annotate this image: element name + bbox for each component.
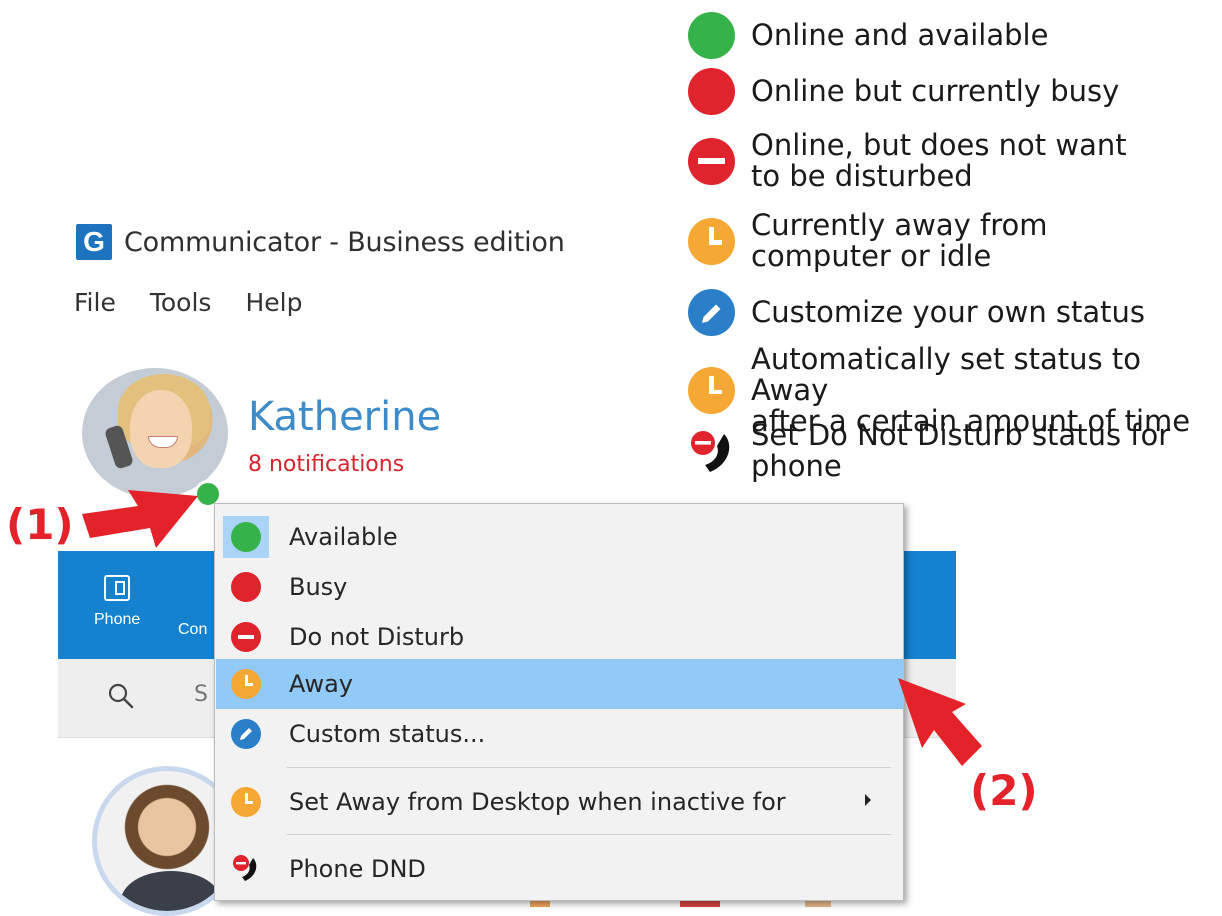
search-icon[interactable] [108,683,134,709]
legend-text: Currently away from computer or idle [751,210,1048,272]
nav-contacts-tab[interactable]: Con [178,621,207,639]
legend-item-custom-status: Customize your own status [688,289,1145,336]
menu-item-label: Custom status... [289,720,486,748]
menu-icon-slot [219,777,273,827]
contact-avatar-suit [121,871,221,911]
menu-item-label: Busy [289,573,348,601]
legend-text-line: to be disturbed [751,159,973,193]
submenu-arrow-icon [865,794,871,806]
menu-item-label: Do not Disturb [289,623,465,651]
menu-icon-slot [219,562,273,612]
clock-icon [688,217,735,265]
annotation-step-1: (1) [6,500,74,549]
legend-item-phone-dnd: Set Do Not Disturb status for phone [688,420,1170,482]
menu-item-do-not-disturb[interactable]: Do not Disturb [219,612,899,662]
window-title-bar: G Communicator - Business edition [76,224,565,260]
legend-item-do-not-disturb: Online, but does not want to be disturbe… [688,130,1127,192]
nav-phone-tab[interactable]: Phone [94,575,140,629]
menu-separator [287,767,891,768]
legend-item-busy: Online but currently busy [688,68,1119,115]
do-not-disturb-icon [688,137,735,185]
legend-text: Online, but does not want to be disturbe… [751,130,1127,192]
menu-item-phone-dnd[interactable]: Phone DND [219,844,899,894]
menu-item-label: Away [289,670,353,698]
menu-separator [287,834,891,835]
red-dot-icon [688,68,735,115]
clock-icon [688,367,735,414]
avatar-face [130,390,192,468]
notifications-link[interactable]: 8 notifications [248,452,404,477]
menu-item-busy[interactable]: Busy [219,562,899,612]
window-title: Communicator - Business edition [124,226,565,258]
avatar[interactable] [82,368,228,498]
legend-text-line: Automatically set status to Away [751,342,1141,407]
pencil-icon [231,719,261,749]
status-context-menu: Available Busy Do not Disturb Away Custo… [214,503,904,901]
green-dot-icon [231,522,261,552]
legend-item-available: Online and available [688,12,1048,59]
legend-text: Set Do Not Disturb status for phone [751,420,1170,482]
nav-contacts-label: Con [178,621,208,638]
profile-name: Katherine [248,394,442,440]
phone-desk-icon [104,575,131,601]
annotation-arrow-icon [898,678,982,766]
menu-item-label: Available [289,523,398,551]
annotation-arrow-icon [82,490,198,548]
pencil-icon [688,289,735,336]
menu-icon-slot [219,709,273,759]
clock-icon [231,787,261,817]
green-dot-icon [688,12,735,59]
menu-item-available[interactable]: Available [219,512,899,562]
menu-help[interactable]: Help [245,288,302,317]
red-dot-icon [231,572,261,602]
app-logo-icon: G [76,224,112,260]
legend-text-line: phone [751,449,842,483]
menu-bar: File Tools Help [74,288,302,317]
legend-item-away: Currently away from computer or idle [688,210,1048,272]
legend-text: Customize your own status [751,295,1146,329]
legend-text: Online but currently busy [751,74,1120,108]
phone-dnd-icon [691,430,730,472]
nav-phone-label: Phone [94,611,141,628]
menu-item-set-away-inactive[interactable]: Set Away from Desktop when inactive for [219,777,899,827]
menu-file[interactable]: File [74,288,116,317]
menu-tools[interactable]: Tools [150,288,212,317]
legend-text-line: Online, but does not want [751,128,1127,162]
do-not-disturb-icon [231,622,261,652]
legend-text: Online and available [751,18,1049,52]
menu-icon-slot [219,659,273,709]
menu-item-label: Set Away from Desktop when inactive for [289,788,786,816]
menu-item-away[interactable]: Away [216,659,904,709]
legend-text-line: Currently away from [751,208,1048,242]
menu-icon-slot [219,844,273,894]
clock-icon [231,669,261,699]
selected-indicator [223,516,269,558]
menu-icon-slot [219,612,273,662]
menu-item-label: Phone DND [289,855,426,883]
legend-text-line: computer or idle [751,239,992,273]
menu-item-custom-status[interactable]: Custom status... [219,709,899,759]
phone-dnd-icon [233,855,257,881]
legend-text-line: Set Do Not Disturb status for [751,418,1171,452]
